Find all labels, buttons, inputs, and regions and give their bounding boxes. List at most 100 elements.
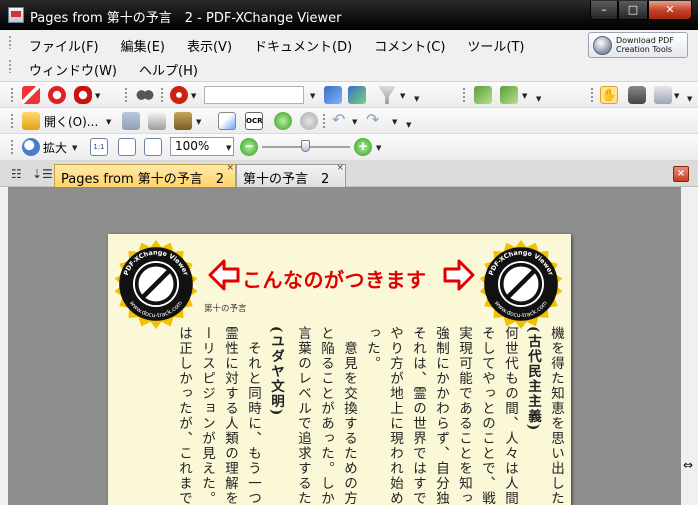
find-next-icon[interactable]: [348, 86, 366, 104]
hand-tool-icon[interactable]: ✋: [600, 86, 618, 104]
toolbar-1: ▼ ▼ ▼ ▼ ▼ ▼ ▼ ✋ ▼ ▼: [0, 82, 698, 108]
toolbar-grip[interactable]: [10, 113, 14, 129]
open-folder-icon[interactable]: [22, 112, 40, 130]
zoom-in-plus-icon[interactable]: +: [354, 138, 372, 156]
back-arrow-icon[interactable]: [274, 112, 292, 130]
chevron-down-icon[interactable]: ▼: [196, 118, 201, 126]
stamp-tool-icon[interactable]: [48, 86, 66, 104]
zoom-out-icon[interactable]: −: [240, 138, 258, 156]
menu-edit[interactable]: 編集(E): [110, 36, 176, 55]
select-text-icon[interactable]: [654, 86, 672, 104]
forward-arrow-icon[interactable]: [300, 112, 318, 130]
menu-help[interactable]: ヘルプ(H): [128, 60, 209, 79]
zoom-slider-thumb[interactable]: [301, 140, 310, 152]
tab-document-1[interactable]: Pages from 第十の予言 2 ×: [54, 163, 236, 187]
chevron-down-icon[interactable]: ▼: [310, 92, 315, 100]
redo-icon[interactable]: ↷: [366, 112, 384, 130]
actual-size-icon[interactable]: 1:1: [90, 138, 108, 156]
fit-page-icon[interactable]: [118, 138, 136, 156]
ocr-icon[interactable]: OCR: [245, 112, 263, 130]
download-line-1: Download PDF: [616, 36, 674, 45]
section-heading: (古代民主主義): [525, 326, 541, 432]
maximize-button[interactable]: □: [618, 1, 648, 20]
download-pdf-tools-button[interactable]: Download PDF Creation Tools: [588, 32, 688, 58]
chevron-down-icon[interactable]: ▼: [226, 144, 231, 152]
search-input[interactable]: [204, 86, 304, 104]
watermark-banner-text: こんなのがつきます: [242, 268, 427, 292]
chevron-down-icon[interactable]: ▼: [376, 144, 381, 152]
highlight-tool-icon[interactable]: [22, 86, 40, 104]
fit-width-icon[interactable]: [144, 138, 162, 156]
find-previous-icon[interactable]: [324, 86, 342, 104]
chevron-down-icon[interactable]: ▼: [536, 95, 541, 103]
chevron-down-icon[interactable]: ▼: [687, 95, 692, 103]
thumbnails-view-icon[interactable]: ☷: [11, 167, 22, 181]
rotate-right-icon[interactable]: [500, 86, 518, 104]
toolbar-grip[interactable]: [322, 113, 326, 129]
download-line-2: Creation Tools: [616, 45, 673, 54]
watermark-stamp-right[interactable]: PDF-XChange Viewer www.docu-track.com Cl…: [475, 238, 567, 330]
close-document-icon[interactable]: ×: [673, 166, 689, 182]
toolbar-grip[interactable]: [10, 87, 14, 103]
menu-window[interactable]: ウィンドウ(W): [18, 60, 128, 79]
open-button[interactable]: 開く(O)...: [44, 113, 98, 130]
undo-icon[interactable]: ↶: [332, 112, 350, 130]
chevron-down-icon[interactable]: ▼: [414, 95, 419, 103]
binoculars-icon[interactable]: [136, 86, 154, 104]
chevron-down-icon[interactable]: ▼: [400, 92, 405, 100]
toolbar-grip[interactable]: [10, 139, 14, 155]
save-disk-icon[interactable]: [122, 112, 140, 130]
close-tab-icon[interactable]: ×: [226, 163, 234, 173]
snapshot-camera-icon[interactable]: [628, 86, 646, 104]
close-tab-icon[interactable]: ×: [336, 163, 344, 173]
menu-grip[interactable]: [8, 35, 12, 49]
chevron-down-icon[interactable]: ▼: [392, 118, 397, 126]
zoom-in-icon[interactable]: [22, 138, 40, 156]
chevron-down-icon[interactable]: ▼: [674, 92, 679, 100]
print-icon[interactable]: [148, 112, 166, 130]
title-bar: Pages from 第十の予言 2 - PDF-XChange Viewer …: [0, 0, 698, 30]
watermark-stamp-left[interactable]: PDF-XChange Viewer www.docu-track.com Cl…: [110, 238, 202, 330]
menu-view[interactable]: 表示(V): [176, 36, 243, 55]
eraser-tool-icon[interactable]: [74, 86, 92, 104]
zoom-tool-button[interactable]: 拡大: [43, 139, 67, 156]
toolbar-grip[interactable]: [124, 87, 128, 103]
menu-grip-2[interactable]: [8, 59, 12, 73]
text-column: 何世代もの間、人々は人間相互: [502, 326, 518, 505]
download-text: Download PDF Creation Tools: [616, 36, 674, 54]
rotate-left-icon[interactable]: [474, 86, 492, 104]
toolbar-grip[interactable]: [160, 87, 164, 103]
menu-document[interactable]: ドキュメント(D): [243, 36, 363, 55]
app-icon[interactable]: [8, 7, 24, 23]
email-document-icon[interactable]: [218, 112, 236, 130]
tab-document-2[interactable]: 第十の予言 2 ×: [236, 163, 346, 187]
arrow-right-icon: [443, 259, 475, 291]
zoom-level-field[interactable]: 100%: [170, 137, 234, 156]
toolbar-grip[interactable]: [462, 87, 466, 103]
search-web-icon[interactable]: [170, 86, 188, 104]
menu-tools[interactable]: ツール(T): [456, 36, 535, 55]
menu-file[interactable]: ファイル(F): [18, 36, 110, 55]
filter-icon[interactable]: [378, 86, 396, 104]
chevron-down-icon[interactable]: ▼: [191, 92, 196, 100]
tab-list-icon[interactable]: ⇣☰: [32, 167, 53, 181]
text-column: ーリスピジョンが見えた。こうし: [199, 326, 215, 505]
minimize-button[interactable]: –: [590, 1, 618, 20]
document-view[interactable]: PDF-XChange Viewer www.docu-track.com Cl…: [8, 187, 681, 505]
chevron-down-icon[interactable]: ▼: [406, 121, 411, 129]
toolbar-grip[interactable]: [590, 87, 594, 103]
chevron-down-icon[interactable]: ▼: [352, 118, 357, 126]
chevron-down-icon[interactable]: ▼: [72, 144, 77, 152]
section-heading: (ユダヤ文明): [268, 326, 284, 417]
window-title: Pages from 第十の予言 2 - PDF-XChange Viewer: [30, 11, 342, 26]
text-column: 強制にかかわらず、自分独自の考: [433, 326, 449, 505]
menu-comment[interactable]: コメント(C): [363, 36, 456, 55]
chevron-down-icon[interactable]: ▼: [95, 92, 100, 100]
tab-label: 第十の予言 2: [243, 172, 330, 187]
chevron-down-icon[interactable]: ▼: [522, 92, 527, 100]
export-package-icon[interactable]: [174, 112, 192, 130]
text-column: 言葉のレベルで追求するための: [295, 326, 311, 505]
chevron-down-icon[interactable]: ▼: [106, 118, 111, 126]
close-window-button[interactable]: ✕: [648, 1, 692, 20]
text-column: そしてやっとのことで、戦いや征: [479, 326, 495, 505]
